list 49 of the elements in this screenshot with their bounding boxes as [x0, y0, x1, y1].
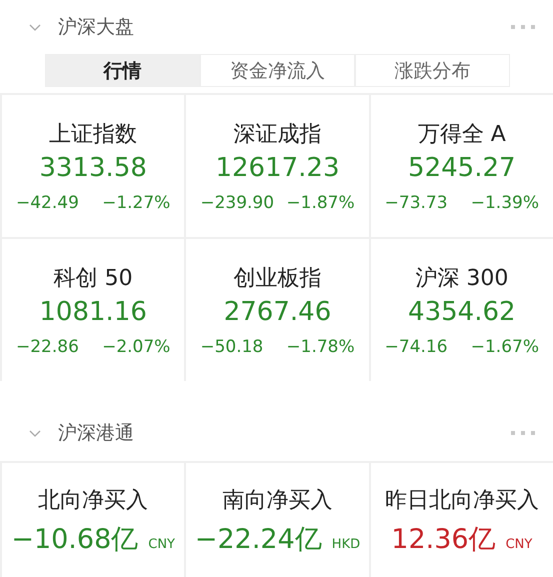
flow-card[interactable]: 南向净买入 −22.24亿 HKD	[186, 463, 369, 577]
flow-name: 南向净买入	[222, 486, 332, 514]
currency-label: CNY	[148, 536, 175, 552]
index-name: 深证成指	[233, 121, 322, 149]
change-value: −73.73	[384, 193, 448, 213]
tab[interactable]: 资金净流入	[200, 54, 355, 87]
index-value: 2767.46	[224, 297, 332, 327]
index-name: 沪深 300	[415, 265, 508, 293]
index-name: 上证指数	[49, 121, 138, 149]
index-card[interactable]: 上证指数 3313.58 −42.49 −1.27%	[2, 95, 184, 237]
index-value: 4354.62	[408, 297, 516, 327]
change-percent: −1.67%	[470, 337, 539, 357]
section-title: 沪深港通	[58, 421, 135, 446]
change-percent: −1.78%	[286, 337, 355, 357]
flow-value: −22.24亿	[194, 522, 322, 556]
index-name: 科创 50	[54, 265, 133, 293]
index-card[interactable]: 创业板指 2767.46 −50.18 −1.78%	[186, 239, 369, 381]
change-value: −22.86	[16, 337, 79, 357]
more-icon[interactable]	[511, 430, 535, 436]
change-percent: −1.87%	[286, 193, 355, 213]
index-card[interactable]: 深证成指 12617.23 −239.90 −1.87%	[186, 95, 369, 237]
index-card[interactable]: 沪深 300 4354.62 −74.16 −1.67%	[370, 239, 553, 381]
change-percent: −1.39%	[470, 193, 539, 213]
change-percent: −1.27%	[102, 193, 170, 213]
flow-value: −10.68亿	[11, 522, 138, 556]
flow-name: 昨日北向净买入	[384, 486, 539, 514]
currency-label: HKD	[332, 536, 360, 552]
change-percent: −2.07%	[102, 337, 170, 357]
tab[interactable]: 行情	[45, 54, 200, 87]
currency-label: CNY	[506, 536, 532, 552]
flow-card[interactable]: 北向净买入 −10.68亿 CNY	[2, 463, 184, 577]
index-card[interactable]: 万得全 A 5245.27 −73.73 −1.39%	[370, 95, 553, 237]
index-name: 创业板指	[233, 265, 322, 293]
change-value: −50.18	[200, 337, 264, 357]
flow-name: 北向净买入	[38, 486, 148, 514]
flow-card[interactable]: 昨日北向净买入 12.36亿 CNY	[370, 463, 553, 577]
change-value: −239.90	[200, 193, 274, 213]
change-value: −74.16	[384, 337, 448, 357]
index-value: 1081.16	[39, 297, 147, 327]
index-value: 5245.27	[408, 153, 516, 183]
index-name: 万得全 A	[418, 121, 506, 149]
flow-value: 12.36亿	[391, 522, 496, 556]
change-value: −42.49	[16, 193, 79, 213]
section-title: 沪深大盘	[58, 15, 135, 40]
more-icon[interactable]	[511, 24, 535, 30]
index-value: 3313.58	[39, 153, 147, 183]
index-card[interactable]: 科创 50 1081.16 −22.86 −2.07%	[2, 239, 184, 381]
tab[interactable]: 涨跌分布	[355, 54, 510, 87]
index-value: 12617.23	[215, 153, 340, 183]
